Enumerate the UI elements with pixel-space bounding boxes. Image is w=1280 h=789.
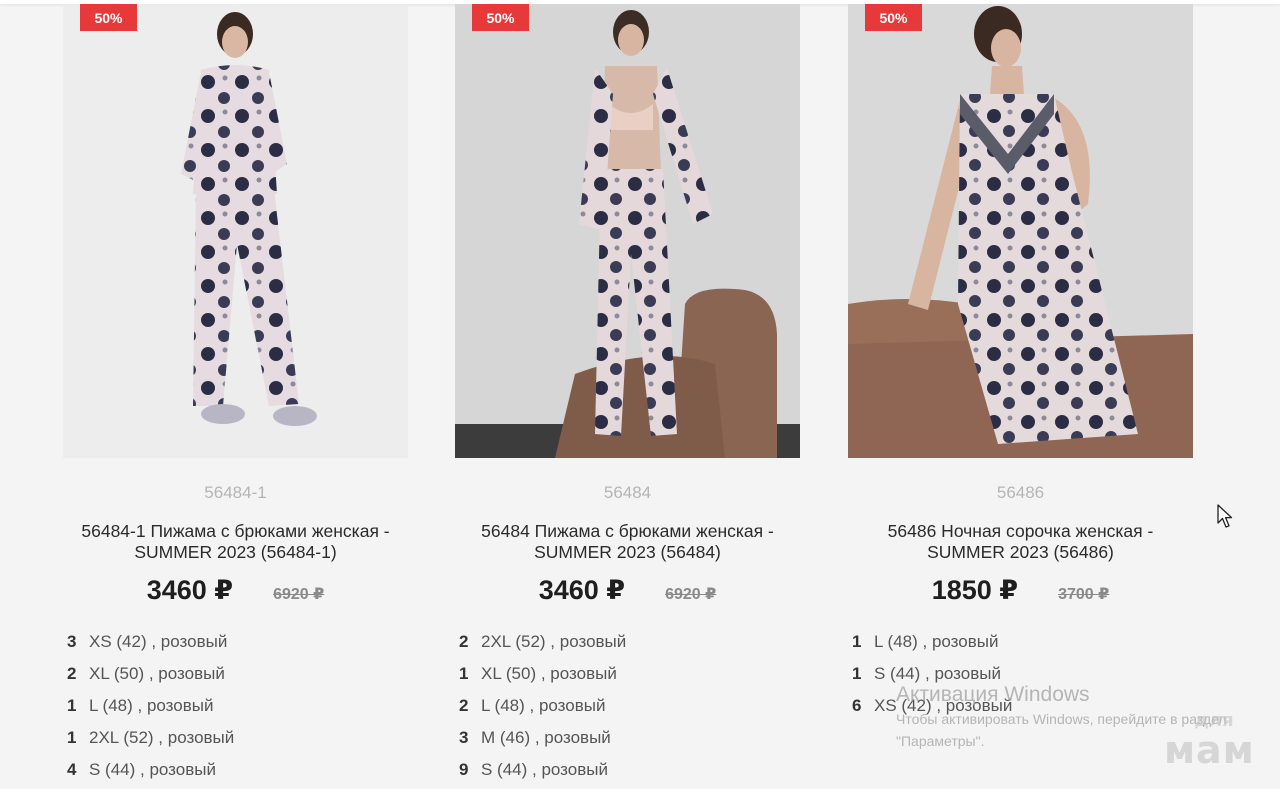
- old-price: 6920 ₽: [273, 586, 325, 603]
- size-label: L (48) , розовый: [874, 632, 999, 651]
- old-price: 6920 ₽: [665, 586, 717, 603]
- size-item[interactable]: 1 2XL (52) , розовый: [67, 725, 234, 757]
- size-label: XL (50) , розовый: [89, 664, 225, 683]
- size-item[interactable]: 2 L (48) , розовый: [459, 693, 626, 725]
- size-label: M (46) , розовый: [481, 728, 611, 747]
- size-list: 3 XS (42) , розовый 2 XL (50) , розовый 1L…: [67, 629, 234, 789]
- product-image-pajama-1: [63, 4, 408, 458]
- size-item[interactable]: 2 XL (50) , розовый: [67, 661, 234, 693]
- size-qty: 3: [459, 728, 469, 747]
- product-card[interactable]: 50% 56486 56486 Ночная сорочка женская -…: [848, 4, 1193, 715]
- size-qty: 1: [67, 728, 77, 747]
- mouse-cursor-icon: [1217, 504, 1233, 528]
- size-qty: 2: [67, 664, 77, 683]
- size-qty: 1: [852, 664, 862, 683]
- size-qty: 1: [852, 632, 862, 651]
- size-qty: 6: [852, 696, 862, 715]
- discount-badge: 50%: [80, 4, 137, 31]
- size-qty: 2: [459, 696, 469, 715]
- size-qty: 2: [459, 632, 469, 651]
- product-card[interactable]: 50% 56484-1 56484-1 Пижама с брюками жен…: [63, 4, 408, 779]
- product-sku: 56484-1: [204, 483, 267, 502]
- size-item[interactable]: 4 S (44) , розовый: [67, 757, 234, 789]
- product-title-link[interactable]: 56484-1 Пижама с брюками женская - SUMME…: [63, 521, 408, 563]
- size-item[interactable]: 3 XS (42) , розовый: [67, 629, 234, 661]
- size-item[interactable]: 1 L (48) , розовый: [67, 693, 234, 725]
- price-block: 3460 ₽ 6920 ₽: [455, 575, 800, 607]
- size-qty: 3: [67, 632, 77, 651]
- product-photo[interactable]: 50%: [63, 4, 408, 458]
- current-price: 1850 ₽: [931, 575, 1019, 605]
- size-label: S (44) , розовый: [874, 664, 1001, 683]
- product-sku: 56486: [996, 483, 1045, 502]
- size-qty: 4: [67, 760, 77, 779]
- current-price: 3460 ₽: [146, 575, 234, 605]
- price-block: 3460 ₽ 6920 ₽: [63, 575, 408, 607]
- size-label: 2XL (52) , розовый: [89, 728, 235, 747]
- size-label: 2XL (52) , розовый: [481, 632, 627, 651]
- product-image-pajama-2: [455, 4, 800, 458]
- size-label: XS (42) , розовый: [89, 632, 228, 651]
- size-item[interactable]: 1 XL (50) , розовый: [459, 661, 626, 693]
- size-label: S (44) , розовый: [89, 760, 216, 779]
- size-label: XL (50) , розовый: [481, 664, 617, 683]
- size-label: L (48) , розовый: [481, 696, 606, 715]
- old-price: 3700 ₽: [1058, 586, 1110, 603]
- size-label: S (44) , розовый: [481, 760, 608, 779]
- size-label: L (48) , розовый: [89, 696, 214, 715]
- product-title-link[interactable]: 56484 Пижама с брюками женская - SUMMER …: [455, 521, 800, 563]
- size-qty: 1: [459, 664, 469, 683]
- product-title-link[interactable]: 56486 Ночная сорочка женская - SUMMER 20…: [848, 521, 1193, 563]
- current-price: 3460 ₽: [538, 575, 626, 605]
- size-list: 2 2XL (52) , розовый 1 XL (50) , розовый 2…: [459, 629, 626, 789]
- size-qty: 9: [459, 760, 469, 779]
- site-watermark-logo: для мам: [1164, 712, 1264, 772]
- watermark-logo-line2: мам: [1164, 728, 1255, 772]
- size-item[interactable]: 1 L (48) , розовый: [852, 629, 1012, 661]
- product-photo[interactable]: 50%: [848, 4, 1193, 458]
- size-qty: 1: [67, 696, 77, 715]
- product-photo[interactable]: 50%: [455, 4, 800, 458]
- size-item[interactable]: 2 2XL (52) , розовый: [459, 629, 626, 661]
- discount-badge: 50%: [472, 4, 529, 31]
- watermark-title: Активация Windows: [896, 683, 1090, 706]
- size-item[interactable]: 9 S (44) , розовый: [459, 757, 626, 789]
- size-item[interactable]: 3 M (46) , розовый: [459, 725, 626, 757]
- product-card[interactable]: 50% 56484 56484 Пижама с брюками женская…: [455, 4, 800, 779]
- price-block: 1850 ₽ 3700 ₽: [848, 575, 1193, 607]
- product-sku: 56484: [603, 483, 652, 502]
- product-image-nightgown: [848, 4, 1193, 458]
- discount-badge: 50%: [865, 4, 922, 31]
